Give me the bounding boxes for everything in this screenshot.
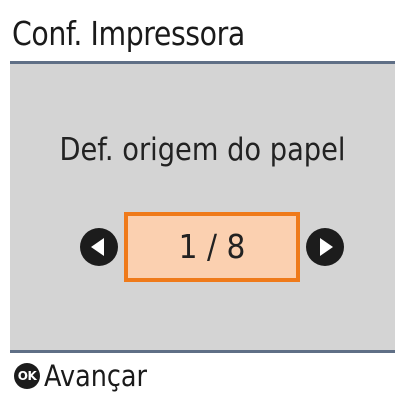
screen-bezel-left [0, 0, 10, 403]
header-bar: Conf. Impressora [10, 8, 395, 64]
arrow-right-glyph [320, 238, 333, 256]
ok-button-icon[interactable]: OK [14, 363, 40, 389]
page-counter[interactable]: 1 / 8 [124, 212, 300, 282]
arrow-right-icon[interactable] [306, 228, 344, 266]
footer-bar: OK Avançar [10, 350, 395, 395]
screen-bezel-right [395, 0, 403, 403]
proceed-label: Avançar [44, 359, 148, 393]
arrow-left-icon[interactable] [80, 228, 118, 266]
arrow-left-glyph [91, 238, 104, 256]
page-counter-value: 1 / 8 [178, 227, 246, 266]
page-title: Conf. Impressora [12, 14, 245, 53]
content-panel: Def. origem do papel 1 / 8 [10, 64, 395, 350]
printer-lcd-screen: Conf. Impressora Def. origem do papel 1 … [0, 0, 403, 403]
setting-prompt: Def. origem do papel [59, 132, 346, 168]
